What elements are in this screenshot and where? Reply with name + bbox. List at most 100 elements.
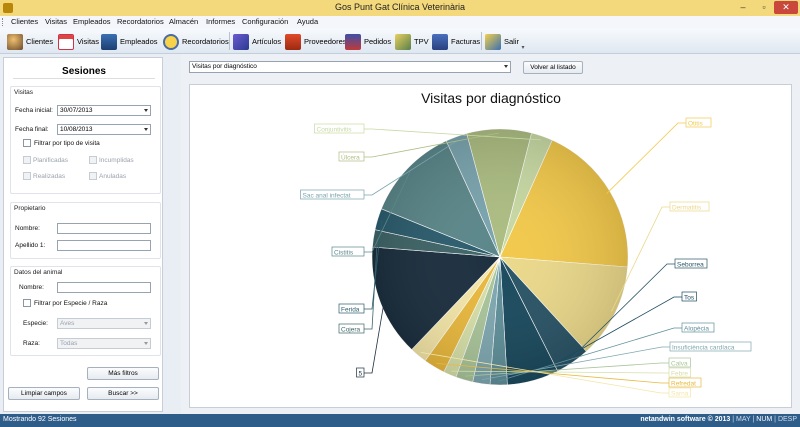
planned-label: Planificadas bbox=[33, 157, 69, 164]
menu-visitas[interactable]: Visitas bbox=[45, 17, 67, 26]
pie-chart: Visitas por diagnóstico Otitis Dermatitis… bbox=[300, 90, 752, 398]
articles-icon bbox=[233, 33, 249, 50]
slice-label-text: Calva bbox=[671, 361, 688, 368]
more-filters-button[interactable]: Más filtros bbox=[87, 367, 159, 380]
slice-label: Alopècia bbox=[681, 322, 715, 333]
chart-panel: Visitas por diagnóstico Otitis Dermatitis… bbox=[189, 84, 792, 408]
toolbar-label: Visitas bbox=[77, 37, 99, 46]
slice-label: Insuficiència cardíaca bbox=[669, 341, 752, 352]
menu-ayuda[interactable]: Ayuda bbox=[297, 17, 318, 26]
species-value: Aves bbox=[60, 320, 75, 327]
status-num: NUM bbox=[756, 416, 773, 423]
panel-title: Sesiones bbox=[13, 66, 155, 79]
slice-label-text: Úlcera bbox=[341, 153, 360, 162]
toolbar-articulos-button[interactable]: Artículos bbox=[233, 32, 281, 51]
start-date-value: 30/07/2013 bbox=[60, 107, 93, 114]
menu-informes[interactable]: Informes bbox=[206, 17, 235, 26]
chevron-down-icon bbox=[144, 322, 148, 325]
slice-label: Otitis bbox=[685, 117, 712, 128]
cancelled-checkbox[interactable] bbox=[89, 172, 97, 180]
breed-select[interactable]: Todas bbox=[57, 338, 151, 349]
search-button[interactable]: Buscar >> bbox=[87, 387, 159, 400]
invoices-icon bbox=[432, 33, 448, 50]
toolbar-clientes-button[interactable]: Clientes bbox=[7, 32, 53, 51]
status-bar: Mostrando 92 Sesiones netandwin software… bbox=[0, 414, 800, 427]
slice-label: Calva bbox=[668, 357, 691, 368]
suppliers-icon bbox=[285, 33, 301, 50]
menu-configuracion[interactable]: Configuración bbox=[242, 17, 288, 26]
status-count: Mostrando 92 Sesiones bbox=[3, 416, 77, 423]
owner-surname-label: Apellido 1: bbox=[15, 242, 46, 249]
slice-label-text: Refredat bbox=[671, 381, 696, 388]
toolbar-recordatorios-button[interactable]: Recordatorios bbox=[163, 32, 229, 51]
slice-label: Cojera bbox=[338, 323, 365, 334]
report-select-value: Visitas por diagnóstico bbox=[192, 63, 257, 70]
menu-recordatorios[interactable]: Recordatorios bbox=[117, 17, 164, 26]
planned-checkbox[interactable] bbox=[23, 156, 31, 164]
panel-splitter[interactable] bbox=[166, 54, 180, 414]
toolbar-empleados-button[interactable]: Empleados bbox=[101, 32, 158, 51]
maximize-button[interactable]: ▫ bbox=[755, 1, 773, 14]
menu-bar: Clientes Visitas Empleados Recordatorios… bbox=[0, 16, 800, 28]
animal-name-input[interactable] bbox=[57, 282, 151, 293]
toolbar-salir-button[interactable]: Salir bbox=[485, 32, 519, 51]
toolbar-separator bbox=[229, 32, 230, 50]
toolbar-label: Pedidos bbox=[364, 37, 392, 46]
minimize-button[interactable]: – bbox=[733, 1, 753, 14]
toolbar-pedidos-button[interactable]: Pedidos bbox=[345, 32, 391, 51]
done-checkbox[interactable] bbox=[23, 172, 31, 180]
species-select[interactable]: Aves bbox=[57, 318, 151, 329]
done-label: Realizadas bbox=[33, 173, 66, 180]
start-date-input[interactable]: 30/07/2013 bbox=[57, 105, 151, 116]
status-brand: netandwin software © 2013 bbox=[640, 416, 731, 423]
slice-label-text: Sac anal infectat bbox=[303, 193, 351, 200]
window-title: Gos Punt Gat Clínica Veterinària bbox=[334, 2, 466, 12]
owner-name-label: Nombre: bbox=[15, 225, 40, 232]
toolbar-facturas-button[interactable]: Facturas bbox=[432, 32, 480, 51]
close-button[interactable]: ✕ bbox=[774, 1, 798, 14]
toolbar-proveedores-button[interactable]: Proveedores bbox=[285, 32, 347, 51]
toolbar-visitas-button[interactable]: Visitas bbox=[58, 32, 99, 51]
grip-icon bbox=[2, 18, 5, 26]
menu-clientes[interactable]: Clientes bbox=[11, 17, 38, 26]
slice-label: Sac anal infectat bbox=[300, 189, 365, 200]
status-right: netandwin software © 2013 | MAY | NUM | … bbox=[640, 416, 797, 423]
owner-name-input[interactable] bbox=[57, 223, 151, 234]
back-to-list-button[interactable]: Volver al listado bbox=[523, 61, 583, 74]
filter-species-checkbox[interactable] bbox=[23, 299, 31, 307]
toolbar-label: Empleados bbox=[120, 37, 158, 46]
toolbar-label: Artículos bbox=[252, 37, 282, 46]
status-scroll: DESP bbox=[777, 416, 797, 423]
slice-label-text: Febre bbox=[671, 371, 688, 378]
clear-fields-button[interactable]: Limpiar campos bbox=[8, 387, 80, 400]
leader-line bbox=[364, 301, 385, 374]
unfulfilled-checkbox[interactable] bbox=[89, 156, 97, 164]
filter-panel: Sesiones Visitas Fecha inicial: 30/07/20… bbox=[3, 57, 163, 412]
menu-almacen[interactable]: Almacén bbox=[169, 17, 198, 26]
slice-label: Conjuntivitis bbox=[314, 123, 365, 134]
filter-species-label: Filtrar por Especie / Raza bbox=[34, 300, 108, 307]
slice-label: Ferida bbox=[338, 303, 365, 314]
owner-surname-input[interactable] bbox=[57, 240, 151, 251]
slice-label-text: Tos bbox=[684, 295, 695, 302]
menu-empleados[interactable]: Empleados bbox=[73, 17, 111, 26]
owner-group: Propietario Nombre: Apellido 1: bbox=[10, 202, 161, 259]
status-caps: MAY bbox=[736, 416, 751, 423]
employees-icon bbox=[101, 33, 117, 50]
slice-label-text: Cojera bbox=[341, 327, 361, 334]
animal-name-label: Nombre: bbox=[19, 284, 44, 291]
filter-type-label: Filtrar por tipo de visita bbox=[34, 140, 100, 147]
slice-label-text: Dermatitis bbox=[672, 205, 702, 212]
slice-label-text: Alopècia bbox=[684, 326, 709, 333]
clients-icon bbox=[7, 33, 23, 50]
chevron-down-icon bbox=[504, 65, 508, 68]
toolbar-overflow-icon[interactable]: ▾ bbox=[519, 33, 527, 51]
toolbar-tpv-button[interactable]: TPV bbox=[395, 32, 429, 51]
end-date-input[interactable]: 10/08/2013 bbox=[57, 124, 151, 135]
toolbar-label: Recordatorios bbox=[182, 37, 229, 46]
leader-line bbox=[606, 122, 686, 194]
filter-type-checkbox[interactable] bbox=[23, 139, 31, 147]
slice-label-text: Insuficiència cardíaca bbox=[672, 345, 735, 352]
orders-icon bbox=[345, 33, 361, 50]
report-select[interactable]: Visitas por diagnóstico bbox=[189, 61, 511, 73]
